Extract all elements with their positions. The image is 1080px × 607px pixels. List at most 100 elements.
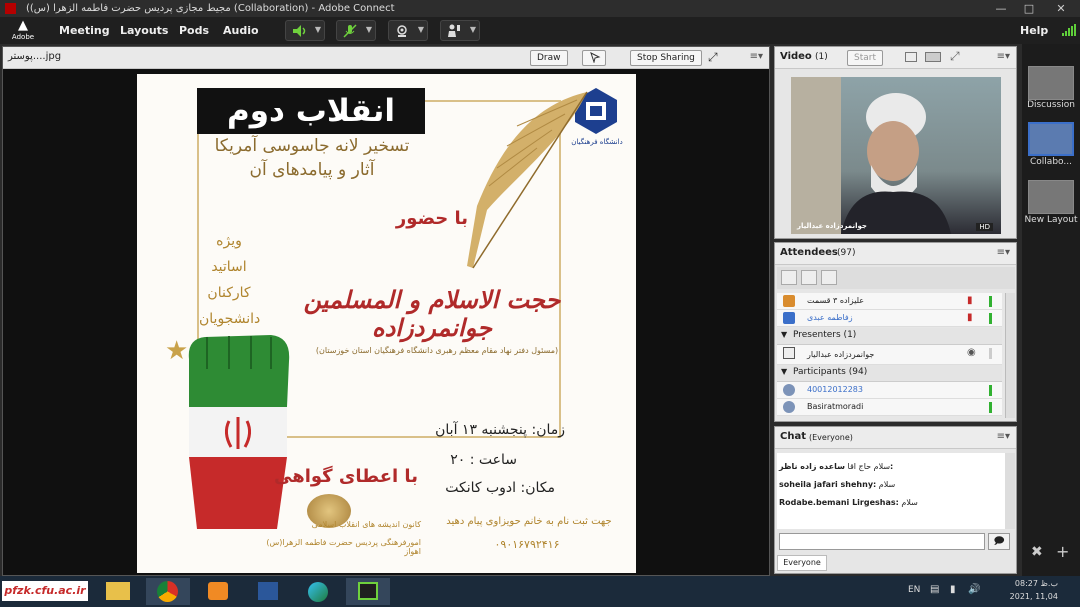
fullscreen-icon[interactable]: ⤢ bbox=[950, 49, 960, 64]
poster-register: جهت ثبت نام به خانم حویزاوی پیام دهید bbox=[446, 516, 612, 527]
microphone-muted-icon: ▮ bbox=[967, 295, 973, 306]
clock-time[interactable]: 08:27 ب.ظ bbox=[1008, 579, 1058, 588]
microphone-icon: ◉ bbox=[967, 347, 976, 358]
list-item[interactable]: 40012012283 bbox=[777, 382, 1002, 399]
maximize-icon[interactable]: □ bbox=[1013, 0, 1045, 17]
cursor-icon bbox=[590, 52, 601, 64]
list-item[interactable]: Basiratmoradi bbox=[777, 399, 1002, 416]
attendees-toolbar bbox=[777, 267, 1015, 289]
media-player-icon[interactable] bbox=[196, 578, 240, 605]
poster-speaker-name: حجت الاسلام و المسلمین جوانمردزاده bbox=[303, 286, 561, 342]
microphone-muted-icon: ▮ bbox=[967, 312, 973, 323]
battery-icon[interactable]: ▮ bbox=[950, 584, 956, 595]
collapse-icon[interactable]: ▼ bbox=[781, 367, 787, 376]
poster-org-2: امورفرهنگی پردیس حضرت فاطمه الزهرا(س) اه… bbox=[266, 538, 421, 556]
send-message-button[interactable]: 🗩 bbox=[988, 533, 1010, 550]
fullscreen-icon[interactable]: ⤢ bbox=[708, 50, 718, 65]
host-icon bbox=[783, 295, 795, 307]
attendee-name: 40012012283 bbox=[807, 385, 863, 394]
connection-strength-icon bbox=[1062, 24, 1076, 36]
chat-text: سلام bbox=[878, 480, 896, 489]
draw-button[interactable]: Draw bbox=[530, 50, 568, 66]
webcam-icon bbox=[397, 25, 407, 37]
chat-sender: Rodabe.bemani Lirgeshas: bbox=[779, 498, 899, 507]
menu-help[interactable]: Help bbox=[1020, 17, 1048, 44]
collapse-icon[interactable]: ▼ bbox=[781, 330, 787, 339]
layout-grid-icon[interactable] bbox=[905, 52, 917, 62]
host-icon bbox=[783, 312, 795, 324]
chrome-icon[interactable] bbox=[146, 578, 190, 605]
language-indicator[interactable]: EN bbox=[908, 585, 920, 595]
layout-thumbnail-discussion[interactable] bbox=[1028, 66, 1074, 100]
layout-thumbnail-new[interactable] bbox=[1028, 180, 1074, 214]
layout-label-collaboration[interactable]: Collabo... bbox=[1022, 157, 1080, 167]
adobe-connect-app-icon bbox=[5, 3, 16, 14]
chat-input[interactable] bbox=[779, 533, 985, 550]
adobe-logo: ▲ Adobe bbox=[8, 19, 38, 43]
list-view-icon[interactable] bbox=[781, 270, 797, 285]
list-item[interactable]: علیزاده ۳ قسمت ▮ bbox=[777, 293, 1002, 310]
layout-label-new[interactable]: New Layout bbox=[1022, 215, 1080, 225]
chat-messages: سلام حاج اقا ساعده زاده ناظر: soheila ja… bbox=[777, 453, 1005, 529]
presenter-video-icon bbox=[791, 77, 951, 234]
status-bar-icon bbox=[989, 296, 992, 307]
attendee-status-icon[interactable] bbox=[821, 270, 837, 285]
attendees-pod: Attendees (97) ≡▾ علیزاده ۳ قسمت ▮ زفاطم… bbox=[774, 242, 1017, 422]
list-item[interactable]: جوانمردزاده عبدالیار ◉ bbox=[777, 345, 1002, 365]
speaker-toggle-button[interactable]: ▼ bbox=[285, 20, 325, 41]
clock-date[interactable]: 2021, 11,04 bbox=[1008, 592, 1058, 601]
layout-thumbnail-collaboration[interactable] bbox=[1028, 122, 1074, 156]
pod-options-icon[interactable]: ≡▾ bbox=[997, 51, 1010, 62]
add-layout-icon[interactable]: + bbox=[1056, 542, 1069, 561]
webcam-toggle-button[interactable]: ▼ bbox=[388, 20, 428, 41]
chevron-down-icon[interactable]: ▼ bbox=[366, 25, 372, 34]
list-item[interactable]: زفاطمه عبدی ▮ bbox=[777, 310, 1002, 327]
video-pod-header: Video (1) Start ⤢ ≡▾ bbox=[775, 47, 1016, 69]
pod-options-icon[interactable]: ≡▾ bbox=[997, 431, 1010, 442]
tools-icon[interactable]: ✖ bbox=[1031, 544, 1043, 560]
breakout-icon[interactable] bbox=[801, 270, 817, 285]
word-icon[interactable] bbox=[246, 578, 290, 605]
menu-layouts[interactable]: Layouts bbox=[120, 17, 168, 44]
speaker-icon bbox=[293, 25, 306, 37]
pod-options-icon[interactable]: ≡▾ bbox=[750, 51, 763, 62]
layout-label-discussion[interactable]: Discussion bbox=[1022, 100, 1080, 110]
menu-audio[interactable]: Audio bbox=[223, 17, 259, 44]
chevron-down-icon[interactable]: ▼ bbox=[418, 25, 424, 34]
status-bar-icon bbox=[989, 313, 992, 324]
adobe-connect-taskbar-icon[interactable] bbox=[346, 578, 390, 605]
network-icon[interactable]: ▤ bbox=[930, 584, 939, 595]
pointer-tool-button[interactable] bbox=[582, 50, 606, 66]
poster-place: مکان: ادوب کانکت bbox=[445, 480, 555, 496]
video-pod-title: Video bbox=[780, 51, 812, 62]
volume-icon[interactable]: 🔊 bbox=[968, 584, 980, 595]
chevron-down-icon[interactable]: ▼ bbox=[470, 25, 476, 34]
filmstrip-icon[interactable] bbox=[925, 52, 941, 62]
edge-icon[interactable] bbox=[296, 578, 340, 605]
participants-section-header[interactable]: ▼ Participants (94) bbox=[777, 365, 1002, 382]
menu-meeting[interactable]: Meeting bbox=[59, 17, 110, 44]
poster-subtitle-1: تسخیر لانه جاسوسی آمریکا bbox=[214, 136, 410, 156]
poster-audience-list: ویژه اساتید کارکنان دانشجویان bbox=[199, 228, 260, 332]
chat-text: سلام حاج اقا bbox=[847, 462, 891, 471]
poster-hour: ساعت : ۲۰ bbox=[450, 452, 517, 468]
presenters-section-header[interactable]: ▼ Presenters (1) bbox=[777, 328, 1002, 345]
microphone-toggle-button[interactable]: ▼ bbox=[336, 20, 376, 41]
chevron-down-icon[interactable]: ▼ bbox=[315, 25, 321, 34]
menu-pods[interactable]: Pods bbox=[179, 17, 209, 44]
file-explorer-icon[interactable] bbox=[96, 578, 140, 605]
stop-sharing-button[interactable]: Stop Sharing bbox=[630, 50, 702, 66]
chat-scrollbar[interactable] bbox=[1005, 453, 1015, 529]
audience-item: اساتید bbox=[211, 259, 247, 275]
raise-hand-button[interactable]: ▼ bbox=[440, 20, 480, 41]
attendees-scrollbar[interactable] bbox=[1005, 293, 1015, 418]
start-webcam-button[interactable]: Start bbox=[847, 50, 883, 66]
pod-options-icon[interactable]: ≡▾ bbox=[997, 247, 1010, 258]
video-pod-count: (1) bbox=[815, 52, 828, 62]
participants-label: Participants (94) bbox=[793, 367, 868, 377]
audience-item: ویژه bbox=[216, 233, 242, 249]
chat-pod-title: Chat bbox=[780, 431, 806, 442]
close-icon[interactable]: ✕ bbox=[1045, 0, 1077, 17]
chat-recipient-tab[interactable]: Everyone bbox=[777, 555, 827, 571]
poster-phone: ۰۹۰۱۶۷۹۲۴۱۶ bbox=[494, 538, 560, 551]
